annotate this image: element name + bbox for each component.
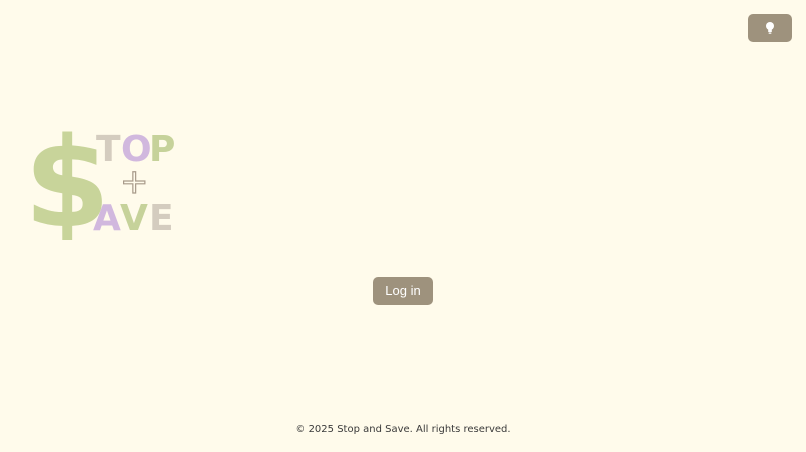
logo-plus-sign: + xyxy=(120,162,149,202)
page: $ T O P + A V E Log in © 2025 Stop and S… xyxy=(0,0,806,452)
logo-letter-p: P xyxy=(149,129,175,170)
login-button[interactable]: Log in xyxy=(373,277,433,305)
logo-letter-t: T xyxy=(96,129,121,170)
logo-letter-v: V xyxy=(120,198,148,239)
lightbulb-icon xyxy=(766,22,774,34)
logo-letter-a: A xyxy=(93,198,121,239)
logo-letter-e: E xyxy=(149,198,174,239)
footer-copyright: © 2025 Stop and Save. All rights reserve… xyxy=(295,424,511,435)
theme-toggle-button[interactable] xyxy=(748,14,792,42)
stop-and-save-logo: $ T O P + A V E xyxy=(24,114,175,240)
